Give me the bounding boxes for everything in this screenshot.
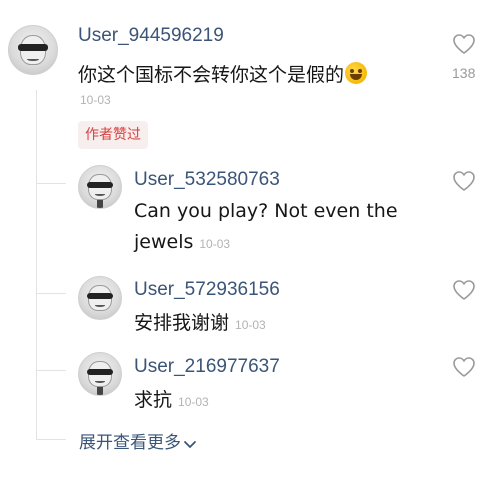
reply-timestamp: 10-03 <box>235 318 266 332</box>
reply-timestamp: 10-03 <box>199 237 231 251</box>
author-liked-badge: 作者赞过 <box>78 121 148 149</box>
reply-text-line2: jewels <box>134 231 194 253</box>
comment-username[interactable]: User_944596219 <box>78 25 224 47</box>
like-heart-icon[interactable] <box>452 33 476 55</box>
comment-timestamp: 10-03 <box>80 93 111 107</box>
comment-text-body: 你这个国标不会转你这个是假的 <box>78 64 345 86</box>
reply-username[interactable]: User_216977637 <box>134 356 280 378</box>
expand-more-button[interactable]: 展开查看更多 <box>79 428 197 453</box>
reply-text: Can you play? Not even the <box>134 200 398 222</box>
reply-timestamp: 10-03 <box>178 395 209 409</box>
reply-text: 安排我谢谢 10-03 <box>134 308 266 335</box>
reply-text: 求抗 10-03 <box>134 385 209 412</box>
reply-text-cont: jewels 10-03 <box>134 231 230 253</box>
grinning-emoji-icon <box>345 62 368 84</box>
like-count: 138 <box>452 65 476 81</box>
avatar[interactable] <box>78 165 122 209</box>
thread-line <box>36 90 37 439</box>
like-heart-icon[interactable] <box>452 356 476 378</box>
thread-branch <box>36 183 66 184</box>
chevron-down-icon <box>184 441 196 448</box>
comment-thread: User_944596219 你这个国标不会转你这个是假的 10-03 138 … <box>0 0 500 483</box>
expand-more-label: 展开查看更多 <box>79 433 181 453</box>
avatar[interactable] <box>78 276 122 320</box>
like-heart-icon[interactable] <box>452 170 476 192</box>
avatar[interactable] <box>8 25 58 75</box>
like-heart-icon[interactable] <box>452 279 476 301</box>
reply-username[interactable]: User_532580763 <box>134 169 280 191</box>
reply-text-body: 求抗 <box>134 389 173 411</box>
avatar[interactable] <box>78 352 122 396</box>
thread-branch <box>36 293 66 294</box>
reply-username[interactable]: User_572936156 <box>134 279 280 301</box>
thread-branch <box>36 370 66 371</box>
thread-branch <box>36 439 66 440</box>
comment-text: 你这个国标不会转你这个是假的 <box>78 60 368 87</box>
reply-text-body: 安排我谢谢 <box>134 312 230 334</box>
